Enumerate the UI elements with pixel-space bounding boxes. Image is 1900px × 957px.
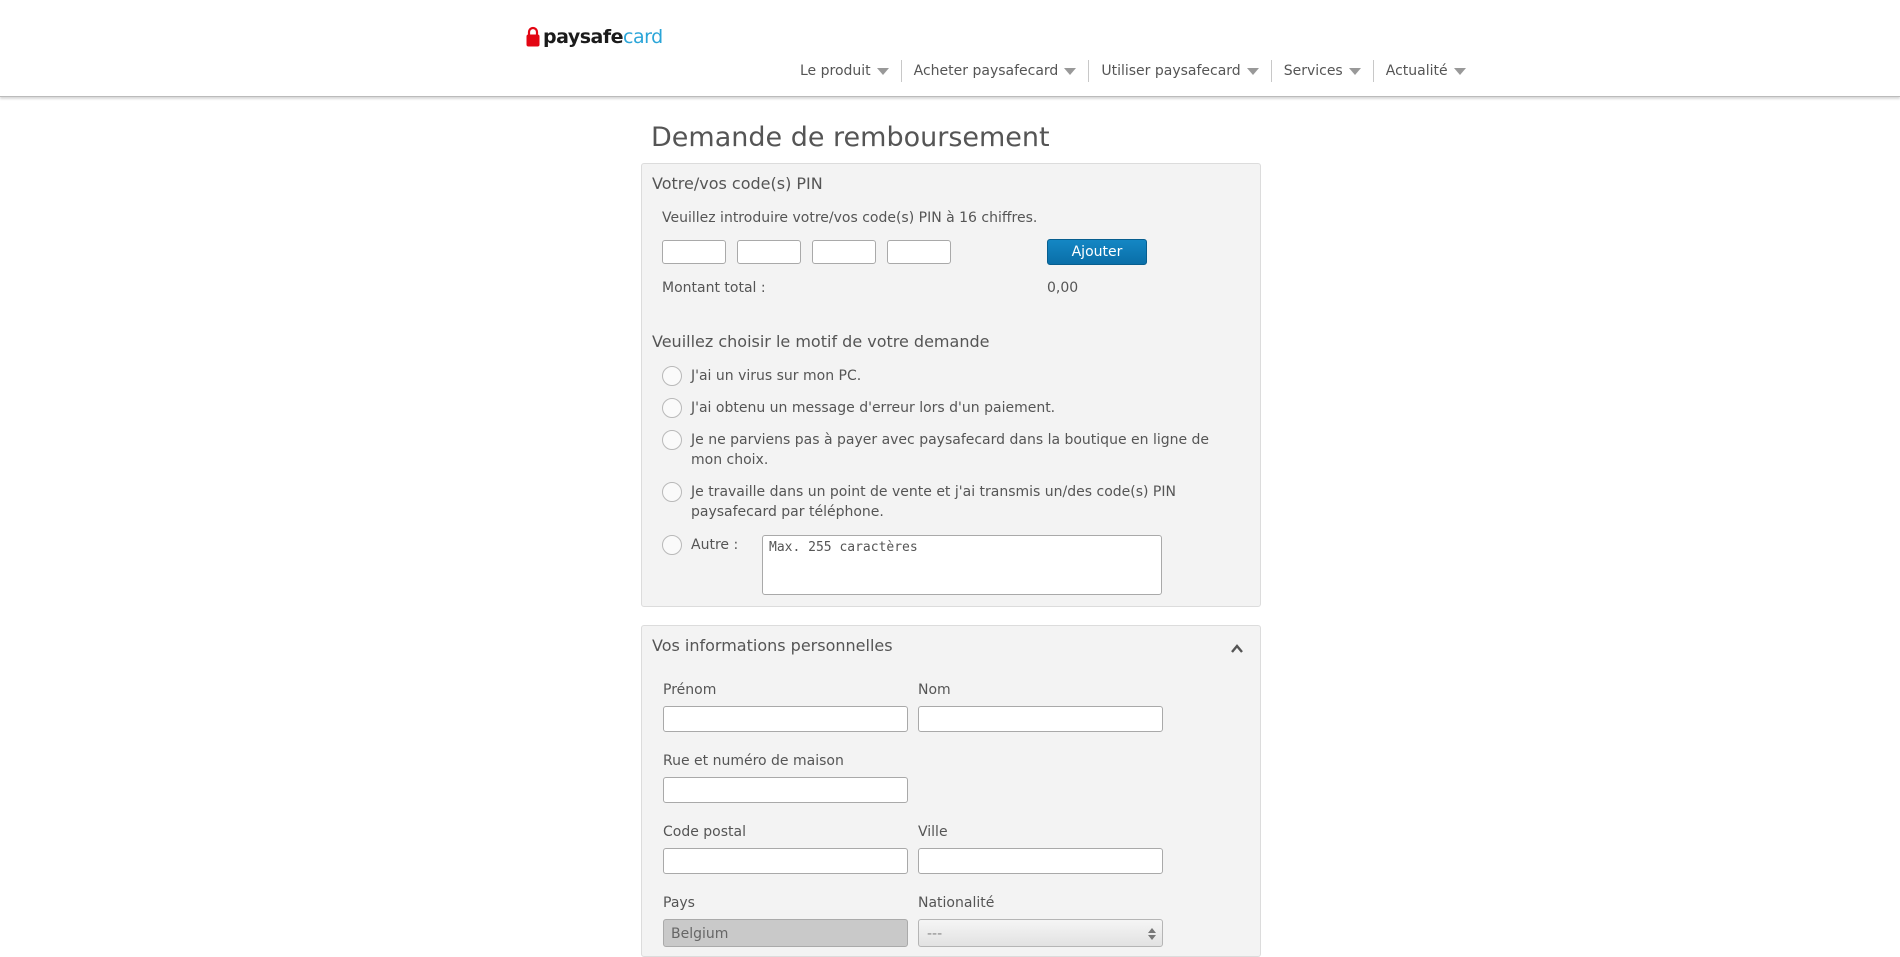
pin-instruction: Veuillez introduire votre/vos code(s) PI…: [662, 210, 1038, 226]
chevron-down-icon: [1246, 68, 1259, 75]
nationality-select[interactable]: ---: [918, 919, 1163, 947]
chevron-down-icon: [1348, 68, 1361, 75]
chevron-down-icon: [1064, 68, 1077, 75]
pin-input-3[interactable]: [812, 240, 876, 264]
nav-item-label: Utiliser paysafecard: [1101, 63, 1241, 79]
total-amount-label: Montant total :: [662, 280, 766, 296]
nav-item-label: Acheter paysafecard: [913, 63, 1059, 79]
reason-radio-other[interactable]: [662, 535, 682, 555]
reason-radio-error[interactable]: [662, 398, 682, 418]
chevron-up-icon[interactable]: [1230, 642, 1244, 656]
city-field[interactable]: [918, 848, 1163, 874]
other-reason-textarea[interactable]: [762, 535, 1162, 595]
nav-item-services[interactable]: Services: [1270, 60, 1373, 82]
add-pin-button[interactable]: Ajouter: [1047, 239, 1147, 265]
reason-radio-virus[interactable]: [662, 366, 682, 386]
nav-item-actualite[interactable]: Actualité: [1372, 60, 1478, 82]
lock-icon: [526, 26, 540, 47]
pin-section-title: Votre/vos code(s) PIN: [652, 174, 823, 193]
page-title: Demande de remboursement: [651, 122, 1050, 153]
country-label: Pays: [663, 895, 695, 911]
reason-label-other: Autre :: [691, 537, 739, 553]
pin-input-2[interactable]: [737, 240, 801, 264]
site-header: paysafecard Le produit Acheter paysafeca…: [0, 0, 1900, 97]
nav-item-label: Actualité: [1385, 63, 1448, 79]
reason-label-shop: Je ne parviens pas à payer avec paysafec…: [691, 432, 1210, 468]
last-name-label: Nom: [918, 682, 951, 698]
pin-panel: Votre/vos code(s) PIN Veuillez introduir…: [641, 163, 1261, 607]
nav-item-acheter[interactable]: Acheter paysafecard: [900, 60, 1089, 82]
country-select: Belgium: [663, 919, 908, 947]
city-label: Ville: [918, 824, 948, 840]
nationality-value: ---: [927, 926, 943, 942]
main-nav: Le produit Acheter paysafecard Utiliser …: [788, 60, 1478, 82]
nav-item-label: Services: [1283, 63, 1343, 79]
first-name-label: Prénom: [663, 682, 717, 698]
street-label: Rue et numéro de maison: [663, 753, 844, 769]
pin-input-4[interactable]: [887, 240, 951, 264]
first-name-field[interactable]: [663, 706, 908, 732]
street-field[interactable]: [663, 777, 908, 803]
paysafecard-logo[interactable]: paysafecard: [526, 26, 663, 48]
nav-item-label: Le produit: [800, 63, 871, 79]
nav-item-utiliser[interactable]: Utiliser paysafecard: [1088, 60, 1270, 82]
personal-info-panel: Vos informations personnelles Prénom Nom…: [641, 625, 1261, 957]
reason-radio-shop[interactable]: [662, 430, 682, 450]
total-amount-value: 0,00: [1047, 280, 1079, 296]
nav-item-le-produit[interactable]: Le produit: [788, 60, 901, 82]
chevron-down-icon: [876, 68, 889, 75]
logo-wordmark: paysafecard: [543, 26, 663, 48]
reason-label-error: J'ai obtenu un message d'erreur lors d'u…: [691, 400, 1056, 416]
postal-code-label: Code postal: [663, 824, 746, 840]
chevron-down-icon: [1453, 68, 1466, 75]
postal-code-field[interactable]: [663, 848, 908, 874]
select-arrows-icon: [1148, 928, 1156, 940]
reason-radio-phone[interactable]: [662, 482, 682, 502]
pin-input-1[interactable]: [662, 240, 726, 264]
last-name-field[interactable]: [918, 706, 1163, 732]
nationality-label: Nationalité: [918, 895, 995, 911]
reason-label-phone: Je travaille dans un point de vente et j…: [691, 484, 1176, 520]
personal-section-title: Vos informations personnelles: [652, 636, 893, 655]
reason-label-virus: J'ai un virus sur mon PC.: [691, 368, 862, 384]
reason-section-title: Veuillez choisir le motif de votre deman…: [652, 332, 990, 351]
